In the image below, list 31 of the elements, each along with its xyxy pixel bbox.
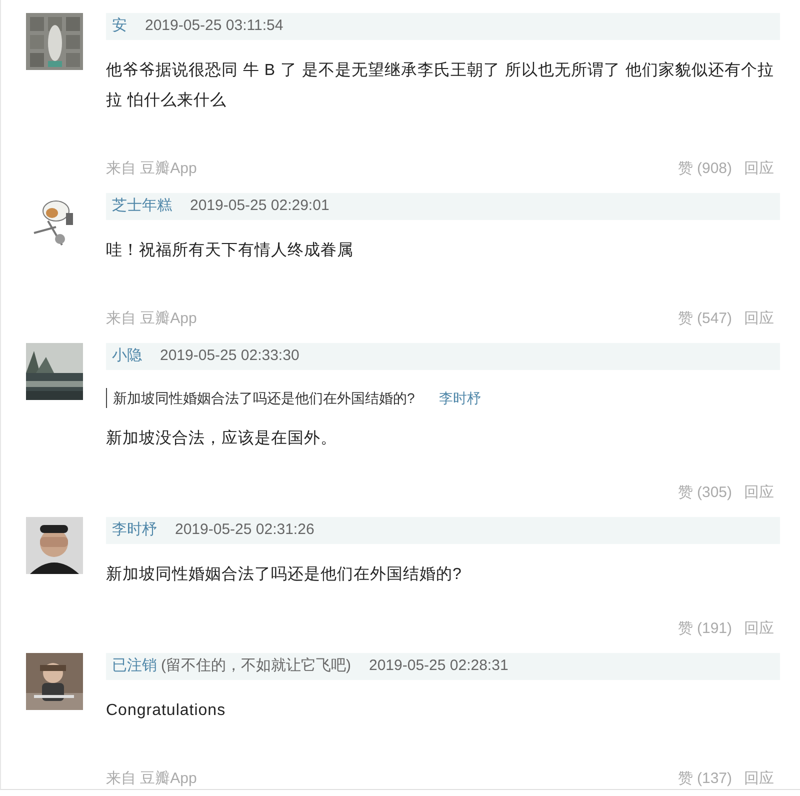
- comment-time: 2019-05-25 02:28:31: [369, 656, 508, 676]
- like-link[interactable]: 赞 (191): [678, 618, 732, 640]
- like-link[interactable]: 赞 (547): [678, 308, 732, 330]
- quote-text: 新加坡同性婚姻合法了吗还是他们在外国结婚的?: [113, 389, 415, 408]
- comment-text: Congratulations: [106, 701, 227, 721]
- comment-time: 2019-05-25 02:33:30: [160, 346, 300, 366]
- username-link[interactable]: 小隐: [112, 345, 142, 368]
- quote-author-link[interactable]: 李时杼: [438, 388, 481, 408]
- username-link[interactable]: 芝士年糕: [112, 195, 172, 218]
- comment-source: 来自 豆瓣App: [106, 309, 197, 329]
- comment-text: 新加坡没合法，应该是在国外。: [106, 428, 338, 449]
- comment-text: 新加坡同性婚姻合法了吗还是他们在外国结婚的?: [106, 564, 463, 585]
- reply-link[interactable]: 回应: [744, 618, 774, 640]
- comment-source: 来自 豆瓣App: [106, 159, 197, 179]
- reply-link[interactable]: 回应: [744, 308, 774, 330]
- username-link[interactable]: 已注销: [112, 655, 157, 678]
- comment-text: 他爷爷据说很恐同 牛 B 了 是不是无望继承李氏王朝了 所以也无所谓了 他们家貌似还有个拉拉 怕什么来什么: [106, 60, 775, 111]
- username-link[interactable]: 安: [112, 15, 127, 38]
- comment-time: 2019-05-25 02:31:26: [175, 520, 314, 540]
- user-note: (留不住的，不如就让它飞吧): [161, 656, 351, 676]
- comment-text: 哇！祝福所有天下有情人终成眷属: [106, 240, 354, 261]
- comment-source: 来自 豆瓣App: [106, 769, 197, 789]
- like-link[interactable]: 赞 (908): [678, 158, 732, 180]
- comment-time: 2019-05-25 02:29:01: [190, 196, 330, 216]
- like-link[interactable]: 赞 (137): [678, 768, 732, 790]
- reply-link[interactable]: 回应: [744, 768, 774, 790]
- reply-link[interactable]: 回应: [744, 158, 774, 180]
- reply-link[interactable]: 回应: [744, 482, 774, 504]
- like-link[interactable]: 赞 (305): [678, 482, 732, 504]
- comment-time: 2019-05-25 03:11:54: [145, 16, 284, 36]
- username-link[interactable]: 李时杼: [112, 519, 157, 542]
